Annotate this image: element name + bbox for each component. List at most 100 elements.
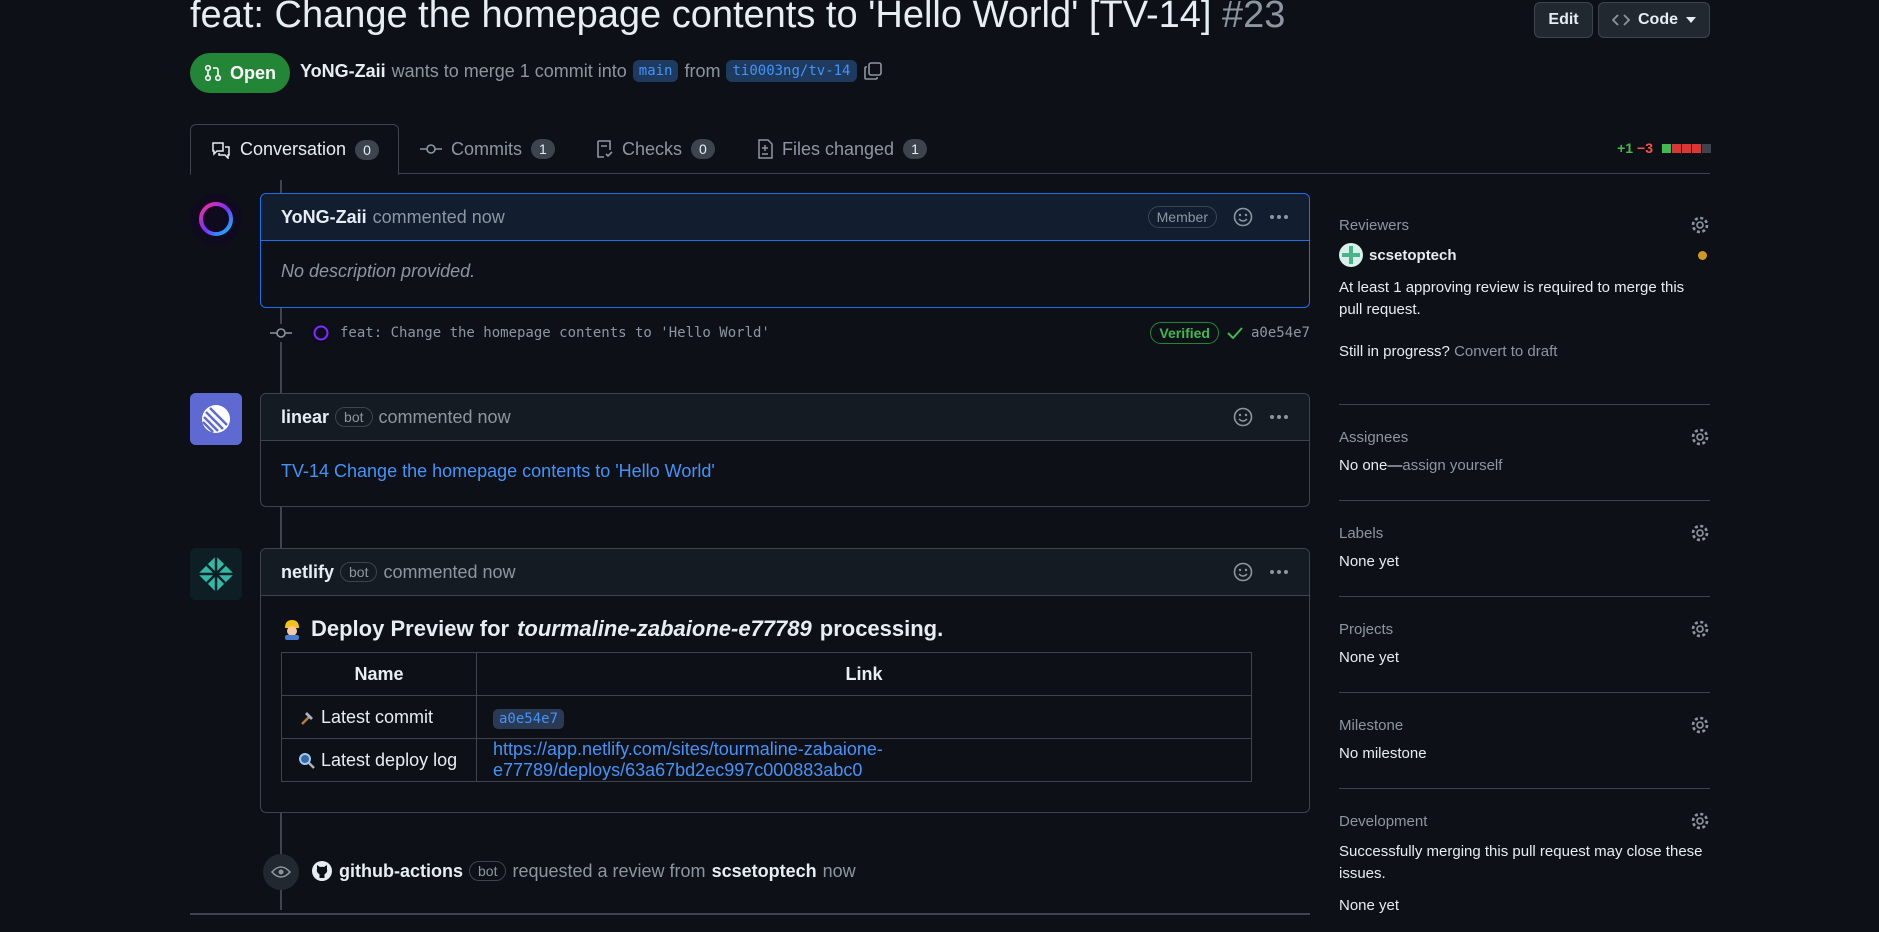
commit-event: feat: Change the homepage contents to 'H… xyxy=(270,318,1310,348)
event-actor[interactable]: github-actions xyxy=(339,861,463,882)
projects-value: None yet xyxy=(1339,649,1400,666)
merge-text: wants to merge 1 commit into xyxy=(391,60,627,81)
sidebar-divider xyxy=(1339,596,1710,597)
comment-body: No description provided. xyxy=(281,261,476,281)
sidebar-reviewers: Reviewers scsetoptech At least 1 approvi… xyxy=(1339,215,1710,360)
copy-icon[interactable] xyxy=(863,61,883,81)
commit-sha-link[interactable]: a0e54e7 xyxy=(493,708,565,729)
from-text: from xyxy=(684,60,721,81)
gear-icon[interactable] xyxy=(1690,215,1710,235)
sidebar-milestone: Milestone No milestone xyxy=(1339,715,1710,762)
pr-state-label: Open xyxy=(229,62,276,83)
gear-icon[interactable] xyxy=(1690,811,1710,831)
pr-state-badge: Open xyxy=(190,53,290,93)
pr-author-link[interactable]: YoNG-Zaii xyxy=(300,61,386,82)
check-icon xyxy=(1227,327,1243,339)
tab-count: 0 xyxy=(691,139,715,159)
reviewer-note: At least 1 approving review is required … xyxy=(1339,279,1685,318)
pending-review-dot xyxy=(1698,250,1707,260)
table-header-row: Name Link xyxy=(281,652,1252,696)
tab-count: 1 xyxy=(531,139,555,159)
reviewer-row: scsetoptech xyxy=(1339,243,1710,267)
sidebar-divider xyxy=(1339,692,1710,693)
commit-sha[interactable]: a0e54e7 xyxy=(1251,325,1310,341)
code-button[interactable]: Code xyxy=(1598,2,1710,38)
comment-author[interactable]: linear xyxy=(281,407,329,428)
gear-icon[interactable] xyxy=(1690,523,1710,543)
sidebar-divider xyxy=(1339,404,1710,405)
code-button-label: Code xyxy=(1638,11,1678,28)
diffstat-bar xyxy=(1661,143,1711,153)
smiley-icon[interactable] xyxy=(1233,207,1253,227)
gear-icon[interactable] xyxy=(1690,715,1710,735)
table-header: Name xyxy=(281,652,477,696)
row-name: Latest deploy log xyxy=(321,749,458,770)
reviewer-name[interactable]: scsetoptech xyxy=(1369,247,1457,264)
comment-discussion-icon xyxy=(211,141,231,159)
diff-additions: +1 xyxy=(1617,140,1634,156)
deploy-log-link[interactable]: https://app.netlify.com/sites/tourmaline… xyxy=(493,739,883,780)
review-request-event: github-actions bot requested a review fr… xyxy=(311,860,856,882)
tab-checks[interactable]: Checks 0 xyxy=(575,124,735,174)
comment-card: YoNG-Zaii commented now Member No descri… xyxy=(260,193,1310,308)
github-icon[interactable] xyxy=(311,860,333,882)
comment-action: commented now xyxy=(372,206,505,227)
avatar[interactable] xyxy=(190,193,242,245)
tab-conversation[interactable]: Conversation 0 xyxy=(190,124,399,175)
construction-worker-icon xyxy=(281,618,303,640)
avatar[interactable] xyxy=(190,393,242,445)
avatar[interactable] xyxy=(1339,243,1363,267)
smiley-icon[interactable] xyxy=(1233,562,1253,582)
comment-action: commented now xyxy=(378,406,511,427)
tab-files-changed[interactable]: Files changed 1 xyxy=(737,124,947,174)
avatar[interactable] xyxy=(190,548,242,600)
linear-issue-link[interactable]: TV-14 Change the homepage contents to 'H… xyxy=(281,461,715,481)
tab-count: 1 xyxy=(903,139,927,159)
table-cell: Latest commit xyxy=(281,695,477,739)
avatar[interactable] xyxy=(310,322,332,344)
table-cell: Latest deploy log xyxy=(281,738,477,782)
kebab-horizontal-icon[interactable] xyxy=(1269,569,1289,575)
verified-badge[interactable]: Verified xyxy=(1150,322,1219,344)
deploy-heading-post: processing. xyxy=(819,616,944,641)
assign-yourself-link[interactable]: assign yourself xyxy=(1402,457,1502,474)
tab-label: Files changed xyxy=(782,138,895,159)
commit-message[interactable]: feat: Change the homepage contents to 'H… xyxy=(340,325,770,341)
convert-to-draft-link[interactable]: Convert to draft xyxy=(1454,343,1557,360)
tab-commits[interactable]: Commits 1 xyxy=(400,124,575,174)
timeline-divider xyxy=(190,913,1310,915)
kebab-horizontal-icon[interactable] xyxy=(1269,414,1289,420)
sidebar-heading: Projects xyxy=(1339,620,1394,638)
table-row: Latest commit a0e54e7 xyxy=(281,695,1252,739)
base-branch[interactable]: main xyxy=(632,60,679,82)
file-diff-icon xyxy=(757,139,773,159)
comment-header: YoNG-Zaii commented now Member xyxy=(261,194,1309,241)
comment-author[interactable]: netlify xyxy=(281,562,334,583)
pull-request-icon xyxy=(204,64,222,82)
comment-author[interactable]: YoNG-Zaii xyxy=(281,207,367,228)
chevron-down-icon xyxy=(1686,17,1696,23)
deploy-table: Name Link Latest commit a0e54e7 Latest d… xyxy=(281,652,1252,782)
head-branch[interactable]: ti0003ng/tv-14 xyxy=(726,60,857,82)
hammer-icon xyxy=(298,709,316,727)
smiley-icon[interactable] xyxy=(1233,407,1253,427)
tab-label: Commits xyxy=(451,138,522,159)
tab-label: Conversation xyxy=(240,139,347,159)
development-value: None yet xyxy=(1339,897,1400,914)
gear-icon[interactable] xyxy=(1690,427,1710,447)
bot-badge: bot xyxy=(335,407,373,427)
event-time: now xyxy=(822,860,856,881)
sidebar-heading: Development xyxy=(1339,812,1428,830)
comment-header: netlify bot commented now xyxy=(261,549,1309,596)
milestone-value: No milestone xyxy=(1339,745,1427,762)
sidebar-projects: Projects None yet xyxy=(1339,619,1710,666)
kebab-horizontal-icon[interactable] xyxy=(1269,214,1289,220)
bot-badge: bot xyxy=(340,562,378,582)
tab-label: Checks xyxy=(622,138,683,159)
gear-icon[interactable] xyxy=(1690,619,1710,639)
checklist-icon xyxy=(595,139,613,159)
event-target[interactable]: scsetoptech xyxy=(712,861,817,882)
diff-deletions: −3 xyxy=(1637,140,1653,156)
pr-number: #23 xyxy=(1221,0,1286,36)
edit-button[interactable]: Edit xyxy=(1534,2,1593,38)
